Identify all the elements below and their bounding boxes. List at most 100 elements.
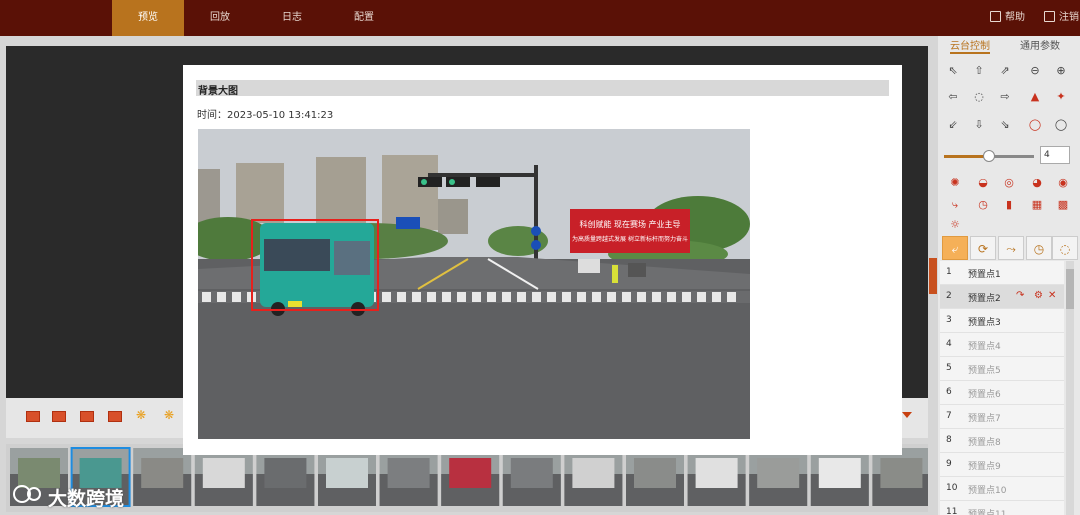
snapshot-thumbnail[interactable] bbox=[564, 448, 623, 506]
pan-up-right-icon[interactable]: ⇗ bbox=[994, 60, 1016, 82]
ptz-speed-slider[interactable] bbox=[944, 150, 1034, 162]
preset-row[interactable]: 7 预置点7 bbox=[940, 405, 1064, 429]
snapshot-thumbnail[interactable] bbox=[318, 448, 376, 506]
go-to-preset-icon[interactable]: ↷ bbox=[1016, 290, 1024, 301]
preset-name: 预置点5 bbox=[968, 366, 1001, 376]
snapshot-thumbnail[interactable] bbox=[194, 448, 253, 506]
nav-tab-playback[interactable]: 回放 bbox=[184, 0, 256, 36]
preset-row[interactable]: 5 预置点5 bbox=[940, 357, 1064, 381]
patrol-mode-tab[interactable]: ⟳ bbox=[970, 236, 996, 260]
help-link[interactable]: 帮助 bbox=[990, 0, 1025, 36]
auto-scan-icon[interactable]: ◌ bbox=[968, 86, 990, 108]
preset-row[interactable]: 11 预置点11 bbox=[940, 501, 1064, 515]
wiper-icon[interactable]: ◒ bbox=[974, 174, 992, 192]
pattern-mode-tab[interactable]: ⤳ bbox=[998, 236, 1024, 260]
delete-preset-icon[interactable]: ✕ bbox=[1048, 290, 1056, 301]
dialog-header: 背景大图 bbox=[196, 80, 889, 97]
snapshot-thumbnail[interactable] bbox=[626, 448, 684, 506]
right-panel-tabs: 云台控制 通用参数 bbox=[938, 36, 1080, 54]
remote-icon[interactable]: ▮ bbox=[1000, 196, 1018, 214]
pan-left-icon[interactable]: ⇦ bbox=[942, 86, 964, 108]
aspect-1-1-button[interactable] bbox=[80, 411, 94, 422]
preset-row[interactable]: 4 预置点4 bbox=[940, 333, 1064, 357]
pattern-icon[interactable]: ▦ bbox=[1028, 196, 1046, 214]
preset-mode-tab[interactable]: ⤶ bbox=[942, 236, 968, 260]
pan-up-icon[interactable]: ⇧ bbox=[968, 60, 990, 82]
manual-track-icon[interactable]: ◉ bbox=[1054, 174, 1072, 192]
original-size-button[interactable] bbox=[108, 411, 122, 422]
preset-row[interactable]: 6 预置点6 bbox=[940, 381, 1064, 405]
preset-row[interactable]: 8 预置点8 bbox=[940, 429, 1064, 453]
capture-icon[interactable]: ❋ bbox=[136, 408, 150, 422]
pan-down-icon[interactable]: ⇩ bbox=[968, 114, 990, 136]
tab-ptz-control[interactable]: 云台控制 bbox=[950, 37, 990, 54]
preset-list: 1 预置点1 2 预置点2 ↷ ⚙ ✕ 3 预置点3 4 预置点4 5 预置点5 6 预置点6 7 预置点7 8 预… bbox=[940, 261, 1064, 515]
snapshot-thumbnail[interactable] bbox=[256, 448, 315, 506]
background-snapshot-image: 科创赋能 现在赛场 产业主导 为高质量跨越式发展 树立新标杆而努力奋斗 bbox=[198, 129, 750, 439]
nav-tab-config[interactable]: 配置 bbox=[328, 0, 400, 36]
snapshot-thumbnail[interactable] bbox=[502, 448, 561, 506]
auxiliary-focus-icon[interactable]: ◎ bbox=[1000, 174, 1018, 192]
help-label: 帮助 bbox=[1005, 12, 1025, 23]
one-touch-park-icon[interactable]: ◷ bbox=[974, 196, 992, 214]
watermark-logo-icon bbox=[13, 485, 41, 503]
preset-number: 5 bbox=[946, 363, 952, 373]
background-image-dialog: 背景大图 时间：2023-05-10 13:41:23 科创赋能 现在赛场 产业… bbox=[183, 65, 902, 455]
scan-mode-tab[interactable]: ◌ bbox=[1052, 236, 1078, 260]
preset-number: 3 bbox=[946, 315, 952, 325]
preset-row[interactable]: 2 预置点2 ↷ ⚙ ✕ bbox=[940, 285, 1064, 309]
iris-open-icon[interactable]: ◯ bbox=[1024, 114, 1046, 136]
3d-position-icon[interactable]: ⤷ bbox=[946, 196, 964, 214]
snapshot-thumbnail[interactable] bbox=[749, 448, 808, 506]
preset-scrollbar[interactable] bbox=[1066, 261, 1074, 515]
defog-icon[interactable]: ☼ bbox=[946, 216, 964, 234]
ptz-speed-value[interactable]: 4 bbox=[1040, 146, 1070, 164]
logout-link[interactable]: 注销 bbox=[1044, 0, 1079, 36]
preset-name: 预置点6 bbox=[968, 390, 1001, 400]
set-preset-icon[interactable]: ⚙ bbox=[1034, 290, 1043, 301]
preset-name: 预置点7 bbox=[968, 414, 1001, 424]
snapshot-thumbnail[interactable] bbox=[872, 448, 931, 506]
pan-right-icon[interactable]: ⇨ bbox=[994, 86, 1016, 108]
watermark: 大数跨境 bbox=[12, 482, 124, 510]
light-icon[interactable]: ✺ bbox=[946, 174, 964, 192]
nav-tab-log[interactable]: 日志 bbox=[256, 0, 328, 36]
slider-handle[interactable] bbox=[983, 150, 995, 162]
snapshot-thumbnail[interactable] bbox=[379, 448, 438, 506]
preset-row[interactable]: 3 预置点3 bbox=[940, 309, 1064, 333]
menu-icon[interactable]: ▩ bbox=[1054, 196, 1072, 214]
tab-general-params[interactable]: 通用参数 bbox=[1020, 37, 1060, 52]
preset-row[interactable]: 10 预置点10 bbox=[940, 477, 1064, 501]
watermark-text: 大数跨境 bbox=[48, 488, 125, 510]
snapshot-thumbnail[interactable] bbox=[687, 448, 746, 506]
preset-row[interactable]: 9 预置点9 bbox=[940, 453, 1064, 477]
preset-number: 2 bbox=[946, 291, 952, 301]
zoom-out-icon[interactable]: ⊖ bbox=[1024, 60, 1046, 82]
zoom-in-icon[interactable]: ⊕ bbox=[1050, 60, 1072, 82]
preset-row[interactable]: 1 预置点1 bbox=[940, 261, 1064, 285]
pan-down-right-icon[interactable]: ⇘ bbox=[994, 114, 1016, 136]
timer-mode-tab[interactable]: ◷ bbox=[1026, 236, 1052, 260]
logout-label: 注销 bbox=[1059, 12, 1079, 23]
aspect-16-9-button[interactable] bbox=[52, 411, 66, 422]
nav-tab-preview[interactable]: 预览 bbox=[112, 0, 184, 36]
billboard-text-line2: 为高质量跨越式发展 树立新标杆而努力奋斗 bbox=[572, 235, 688, 243]
snapshot-thumbnail[interactable] bbox=[441, 448, 500, 506]
dialog-title: 背景大图 bbox=[198, 86, 238, 97]
record-icon[interactable]: ❋ bbox=[164, 408, 178, 422]
preset-scrollbar-thumb[interactable] bbox=[1066, 269, 1074, 309]
aspect-4-3-button[interactable] bbox=[26, 411, 40, 422]
lens-init-icon[interactable]: ◕ bbox=[1028, 174, 1046, 192]
iris-close-icon[interactable]: ◯ bbox=[1050, 114, 1072, 136]
snapshot-thumbnail[interactable] bbox=[133, 448, 192, 506]
preset-number: 4 bbox=[946, 339, 952, 349]
preset-name: 预置点10 bbox=[968, 486, 1007, 496]
toolbar-expand-arrow-icon[interactable] bbox=[902, 412, 912, 418]
pan-up-left-icon[interactable]: ⇖ bbox=[942, 60, 964, 82]
top-navigation-bar: 预览 回放 日志 配置 帮助 注销 bbox=[0, 0, 1080, 36]
panel-collapse-handle[interactable] bbox=[929, 258, 937, 294]
snapshot-thumbnail[interactable] bbox=[810, 448, 869, 506]
focus-near-icon[interactable]: ▲ bbox=[1024, 86, 1046, 108]
focus-far-icon[interactable]: ✦ bbox=[1050, 86, 1072, 108]
pan-down-left-icon[interactable]: ⇙ bbox=[942, 114, 964, 136]
